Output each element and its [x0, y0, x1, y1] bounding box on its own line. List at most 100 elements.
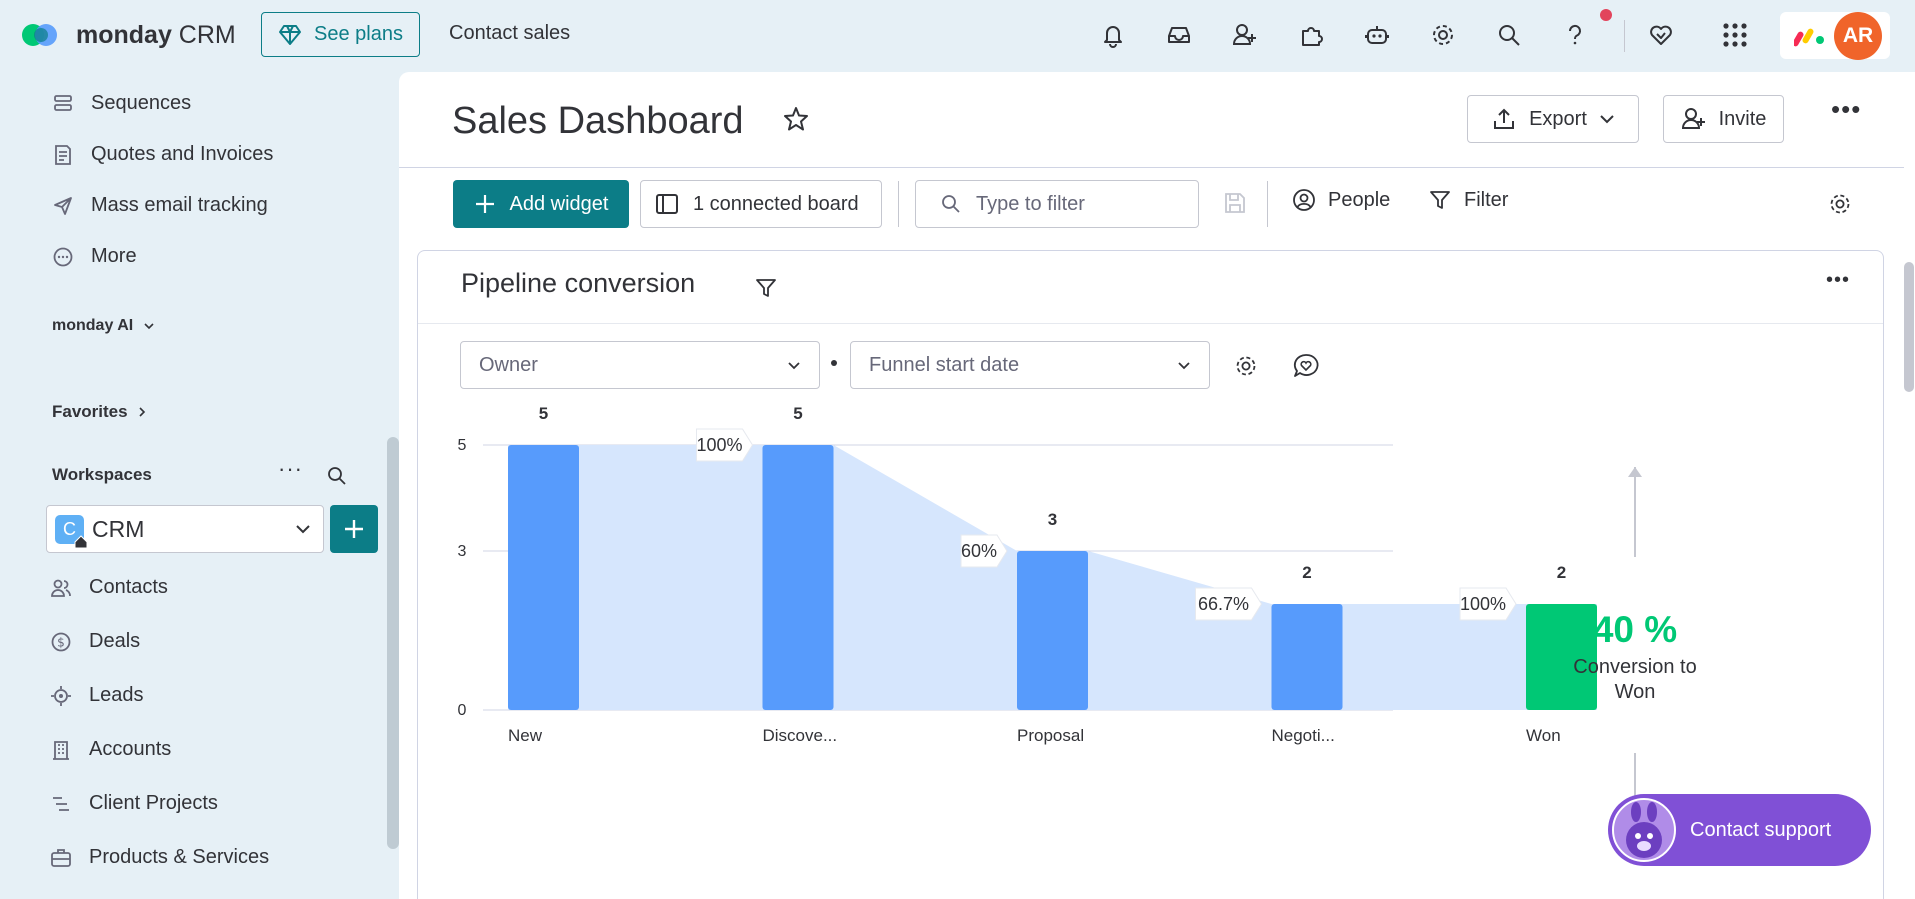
invoice-icon — [55, 144, 71, 165]
sidebar-item-label: Deals — [89, 630, 141, 652]
filter-placeholder: Type to filter — [976, 192, 1085, 215]
main-scrollbar[interactable] — [1904, 262, 1914, 392]
diamond-icon — [279, 24, 302, 45]
contact-sales-link[interactable]: Contact sales — [449, 22, 570, 45]
more-circle-icon — [53, 247, 73, 266]
workspace-name: CRM — [92, 515, 145, 542]
sidebar-item-label: Mass email tracking — [91, 194, 268, 216]
funnel-icon — [1430, 191, 1450, 209]
contacts-icon — [51, 579, 71, 597]
building-icon — [53, 740, 69, 760]
bar-value-label: 5 — [793, 404, 802, 423]
sidebar-item-more[interactable]: More — [52, 245, 137, 268]
plus-icon — [345, 520, 363, 538]
favorites-section[interactable]: Favorites — [52, 402, 146, 422]
sidebar-item-mass-email[interactable]: Mass email tracking — [52, 194, 268, 217]
sidebar-item-label: Quotes and Invoices — [91, 143, 274, 165]
filter-label: Filter — [1464, 188, 1509, 211]
help-icon[interactable] — [1558, 18, 1592, 52]
settings-gear-icon[interactable] — [1426, 18, 1460, 52]
dashboard-settings-icon[interactable] — [1827, 191, 1853, 217]
toolbar-separator — [1267, 181, 1268, 227]
chevron-down-icon — [296, 525, 310, 534]
sidebar-item-contacts[interactable]: Contacts — [50, 576, 168, 599]
bar-value-label: 3 — [1048, 510, 1057, 529]
invite-user-icon[interactable] — [1228, 18, 1262, 52]
heart-icon[interactable] — [1644, 18, 1678, 52]
sidebar-item-leads[interactable]: Leads — [50, 684, 144, 707]
invite-button[interactable]: Invite — [1663, 95, 1784, 143]
conversion-rate-label: 66.7% — [1198, 594, 1249, 614]
sidebar-item-deals[interactable]: $ Deals — [50, 630, 140, 653]
monday-logo[interactable]: monday CRM — [22, 20, 236, 50]
sidebar-item-label: Leads — [89, 684, 144, 706]
chevron-down-icon — [144, 323, 154, 330]
search-icon — [942, 195, 960, 213]
category-label: Negoti... — [1272, 726, 1335, 745]
target-icon — [51, 685, 71, 706]
app-grid-icon[interactable] — [1718, 18, 1752, 52]
briefcase-icon — [51, 848, 71, 867]
projects-icon — [53, 796, 69, 811]
dollar-icon: $ — [51, 632, 71, 651]
user-avatar[interactable]: AR — [1834, 12, 1882, 60]
inbox-icon[interactable] — [1162, 18, 1196, 52]
topbar-divider — [1624, 20, 1625, 52]
bell-icon[interactable] — [1096, 18, 1130, 52]
export-button[interactable]: Export — [1467, 95, 1639, 143]
chevron-down-icon — [1600, 115, 1614, 124]
workspace-search-icon[interactable] — [326, 465, 348, 487]
add-workspace-item-button[interactable] — [330, 505, 378, 553]
contact-support-button[interactable]: Contact support — [1608, 794, 1871, 866]
filter-button[interactable]: Filter — [1428, 188, 1508, 212]
save-view-icon[interactable] — [1223, 191, 1247, 215]
see-plans-button[interactable]: See plans — [261, 12, 420, 57]
people-label: People — [1328, 188, 1391, 211]
connected-board-button[interactable]: 1 connected board — [640, 180, 882, 228]
type-to-filter-input[interactable]: Type to filter — [915, 180, 1199, 228]
sequences-icon — [54, 94, 72, 111]
sidebar-item-client-projects[interactable]: Client Projects — [50, 792, 218, 815]
more-options-icon[interactable]: ••• — [1831, 94, 1861, 125]
monday-ai-section[interactable]: monday AI — [52, 317, 155, 335]
sidebar-item-label: Products & Services — [89, 846, 270, 868]
workspace-selector[interactable]: C CRM — [46, 505, 324, 553]
sidebar-item-label: Contacts — [89, 576, 168, 598]
category-label: New — [508, 726, 543, 745]
category-label: Proposal — [1017, 726, 1084, 745]
bar-value-label: 2 — [1557, 563, 1566, 582]
sidebar-scrollbar[interactable] — [387, 437, 399, 849]
sidebar-item-label: More — [91, 245, 137, 267]
chevron-right-icon — [139, 407, 145, 417]
sidebar-item-label: Sequences — [91, 92, 192, 114]
sidebar-item-sequences[interactable]: Sequences — [52, 92, 191, 115]
workspace-options-icon[interactable]: ··· — [278, 456, 303, 482]
apps-puzzle-icon[interactable] — [1294, 18, 1328, 52]
upload-icon — [1494, 108, 1515, 129]
funnel-bar — [1271, 604, 1343, 710]
conversion-rate-label: 100% — [696, 435, 742, 455]
plus-icon — [475, 195, 494, 213]
funnel-bar — [508, 445, 579, 710]
workspace-badge: C — [55, 514, 88, 548]
ai-bot-icon[interactable] — [1360, 18, 1394, 52]
y-tick-label: 0 — [458, 702, 467, 719]
sidebar-item-products-services[interactable]: Products & Services — [50, 846, 269, 869]
top-bar: monday CRM See plans Contact sales AR — [0, 0, 1915, 70]
header-divider — [399, 167, 1904, 168]
y-tick-label: 5 — [458, 437, 467, 454]
people-filter-button[interactable]: People — [1292, 188, 1390, 212]
sidebar-item-quotes-invoices[interactable]: Quotes and Invoices — [52, 143, 273, 166]
star-icon[interactable] — [782, 105, 810, 133]
category-label: Discove... — [763, 726, 838, 745]
conversion-kpi-label: Conversion to Won — [1573, 656, 1697, 703]
sidebar-item-accounts[interactable]: Accounts — [50, 738, 171, 761]
search-icon[interactable] — [1492, 18, 1526, 52]
add-widget-button[interactable]: Add widget — [453, 180, 629, 228]
workspaces-label: Workspaces — [52, 465, 152, 484]
conversion-rate-label: 100% — [1460, 594, 1506, 614]
monday-logo-icon — [22, 20, 62, 50]
sidebar-item-label: Client Projects — [89, 792, 218, 814]
invite-user-icon — [1681, 108, 1705, 129]
contact-support-label: Contact support — [1690, 818, 1832, 841]
